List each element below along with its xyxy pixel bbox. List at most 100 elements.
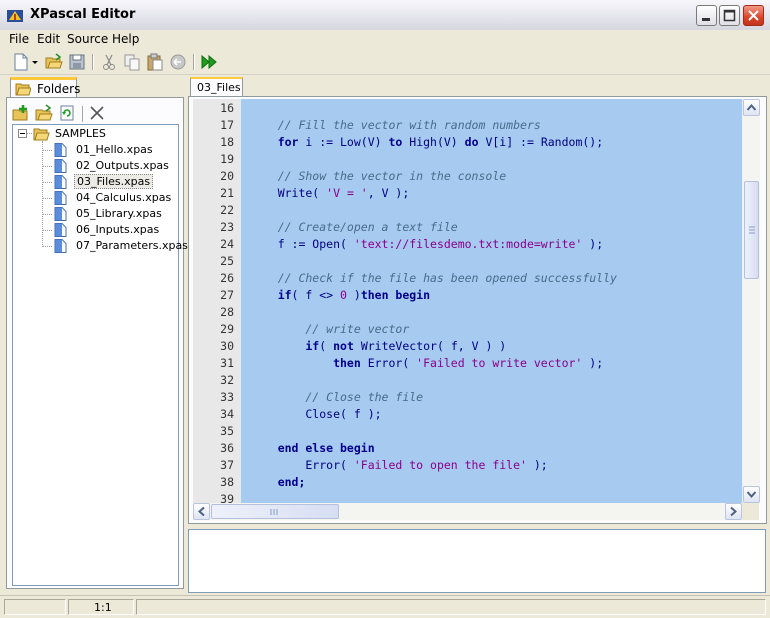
line-number: 28 — [220, 305, 234, 319]
code-token: then begin — [360, 288, 431, 302]
menu-help[interactable]: Help — [112, 32, 139, 46]
arrow-right-icon — [730, 506, 738, 517]
code-token: ); — [526, 458, 548, 472]
file-icon — [54, 191, 67, 205]
folder-icon — [15, 83, 31, 96]
code-token: if — [250, 339, 320, 353]
line-number: 35 — [220, 424, 234, 438]
toolbar — [0, 50, 770, 75]
code-line: 25 — [193, 253, 742, 270]
code-token: Close( f ); — [250, 407, 382, 421]
code-text: if( not WriteVector( f, V ) ) — [250, 338, 506, 355]
horizontal-scroll-thumb[interactable] — [211, 504, 339, 519]
code-token: 'text://filesdemo.txt:mode=write' — [353, 237, 583, 251]
save-icon[interactable] — [68, 53, 86, 71]
close-icon — [748, 10, 759, 21]
code-line: 26 // Check if the file has been opened … — [193, 270, 742, 287]
paste-icon[interactable] — [146, 53, 164, 71]
line-number: 39 — [220, 492, 234, 503]
code-token: if — [250, 288, 292, 302]
refresh-icon[interactable] — [58, 104, 76, 122]
copy-icon[interactable] — [123, 53, 141, 71]
code-token: 'Failed to write vector' — [416, 356, 583, 370]
grip-icon — [749, 226, 755, 234]
menu-source[interactable]: Source — [67, 32, 108, 46]
code-token: // Check if the file has been opened suc… — [250, 271, 617, 285]
code-token: end else begin — [250, 441, 375, 455]
horizontal-scrollbar[interactable] — [193, 503, 742, 520]
code-line: 23 // Create/open a text file — [193, 219, 742, 236]
code-text: Write( 'V = ', V ); — [250, 185, 410, 202]
arrow-left-icon — [197, 506, 205, 517]
vertical-scrollbar[interactable] — [742, 99, 760, 503]
code-line: 28 — [193, 304, 742, 321]
scroll-right-button[interactable] — [725, 503, 742, 520]
code-line: 18 for i := Low(V) to High(V) do V[i] :=… — [193, 134, 742, 151]
open-folder-icon[interactable] — [35, 104, 53, 122]
code-text: then Error( 'Failed to write vector' ); — [250, 355, 603, 372]
add-folder-icon[interactable] — [12, 104, 30, 122]
code-text: // Fill the vector with random numbers — [250, 117, 541, 134]
close-button[interactable] — [743, 5, 764, 26]
code-token: not — [333, 339, 354, 353]
tree-file-label: 04_Calculus.xpas — [76, 191, 172, 204]
line-number: 36 — [220, 441, 234, 455]
file-icon — [54, 239, 67, 253]
scroll-left-button[interactable] — [193, 503, 210, 520]
menu-bar: File Edit Source Help — [0, 30, 770, 49]
code-line: 21 Write( 'V = ', V ); — [193, 185, 742, 202]
file-icon — [54, 223, 67, 237]
run-icon[interactable] — [200, 53, 218, 71]
output-console[interactable] — [188, 529, 766, 593]
code-text: // Show the vector in the console — [250, 168, 507, 185]
code-token: i := Low(V) — [298, 135, 389, 149]
tree-file-label: 05_Library.xpas — [76, 207, 162, 220]
tab-03-files[interactable]: 03_Files — [190, 77, 243, 97]
cut-icon[interactable] — [100, 53, 118, 71]
dropdown-arrow-icon[interactable] — [31, 53, 39, 71]
code-editor[interactable]: 16 17 // Fill the vector with random numb… — [193, 99, 742, 503]
line-number: 18 — [220, 135, 234, 149]
menu-edit[interactable]: Edit — [37, 32, 60, 46]
code-text: f := Open( 'text://filesdemo.txt:mode=wr… — [250, 236, 603, 253]
title-bar[interactable]: XPascal Editor — [0, 0, 770, 31]
code-text: Error( 'Failed to open the file' ); — [250, 457, 548, 474]
code-line: 27 if( f <> 0 )then begin — [193, 287, 742, 304]
undo-icon[interactable] — [169, 53, 187, 71]
new-file-icon[interactable] — [12, 53, 30, 71]
scroll-down-button[interactable] — [743, 486, 760, 503]
code-line: 33 // Close the file — [193, 389, 742, 406]
collapse-icon[interactable] — [18, 129, 27, 138]
scroll-up-button[interactable] — [743, 99, 760, 116]
code-text: // Create/open a text file — [250, 219, 458, 236]
line-number: 37 — [220, 458, 234, 472]
tab-folders[interactable]: Folders — [10, 77, 80, 98]
vertical-scroll-thumb[interactable] — [744, 181, 759, 279]
app-logo-icon — [7, 10, 23, 22]
menu-file[interactable]: File — [9, 32, 29, 46]
maximize-button[interactable] — [719, 5, 740, 26]
code-text: // Check if the file has been opened suc… — [250, 270, 617, 287]
line-number: 17 — [220, 118, 234, 132]
code-token: // Create/open a text file — [250, 220, 458, 234]
cursor-position: 1:1 — [94, 601, 112, 614]
minimize-button[interactable] — [696, 5, 717, 26]
code-token: f := Open( — [250, 237, 354, 251]
code-line: 38 end; — [193, 474, 742, 491]
code-token: ( — [319, 339, 334, 353]
code-line: 39 — [193, 491, 742, 503]
tree-file-label: 03_Files.xpas — [74, 174, 154, 189]
delete-icon[interactable] — [88, 104, 106, 122]
status-panel-position: 1:1 — [68, 599, 134, 615]
open-folder-icon[interactable] — [45, 53, 63, 71]
code-line: 35 — [193, 423, 742, 440]
code-token: to — [388, 135, 403, 149]
tree-folder-label: SAMPLES — [55, 127, 106, 140]
code-line: 31 then Error( 'Failed to write vector' … — [193, 355, 742, 372]
code-token: V[i] := Random(); — [478, 135, 604, 149]
code-token: , V ); — [367, 186, 410, 200]
maximize-icon — [723, 9, 736, 22]
code-token: ); — [582, 237, 604, 251]
arrow-up-icon — [746, 103, 757, 111]
line-number: 21 — [220, 186, 234, 200]
